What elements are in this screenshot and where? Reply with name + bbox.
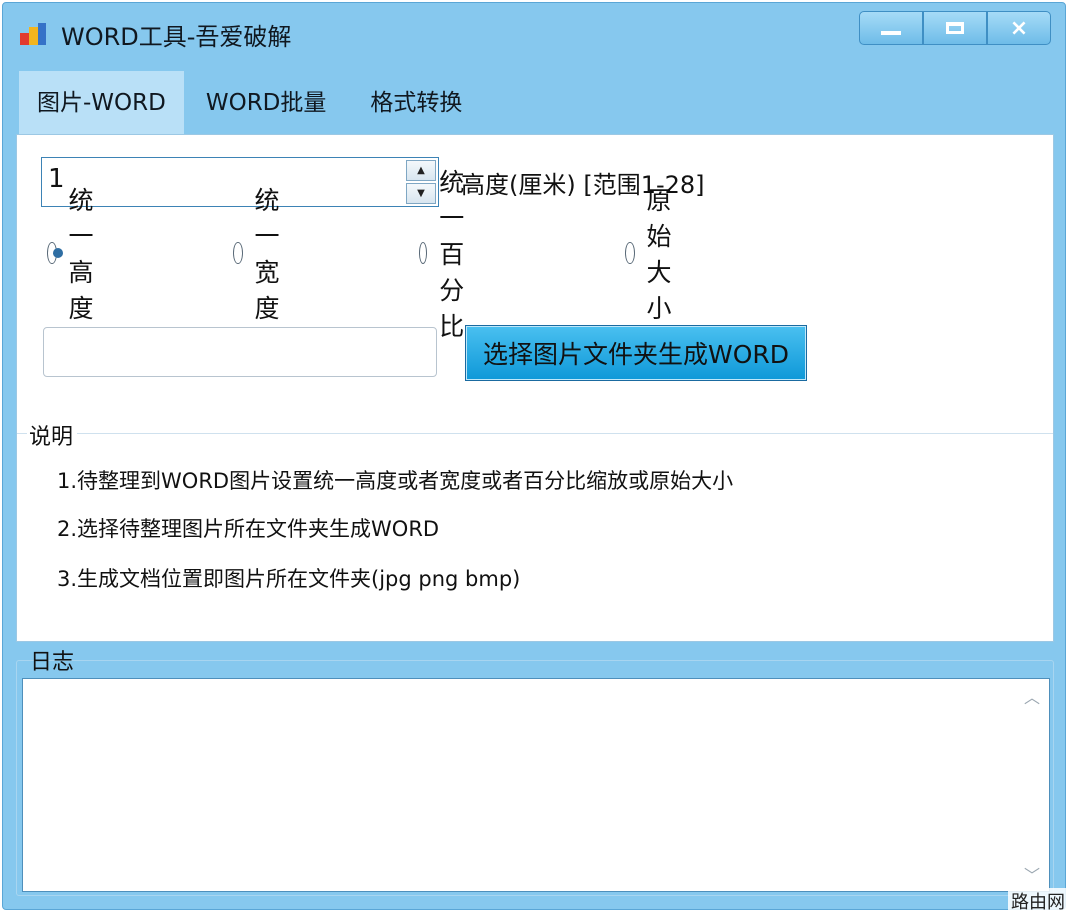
radio-label: 原始大小 bbox=[646, 186, 672, 323]
maximize-button[interactable] bbox=[923, 11, 987, 45]
radio-label: 统一高度 bbox=[68, 186, 94, 323]
chevron-up-icon: ︿ bbox=[1023, 688, 1040, 707]
title-bar[interactable]: WORD工具-吾爱破解 × bbox=[3, 3, 1065, 61]
log-title: 日志 bbox=[30, 650, 75, 675]
description-item: 1.待整理到WORD图片设置统一高度或者宽度或者百分比缩放或原始大小 bbox=[57, 469, 734, 493]
group-divider bbox=[17, 433, 1053, 434]
minimize-button[interactable] bbox=[859, 11, 923, 45]
tab-image-word[interactable]: 图片-WORD bbox=[19, 71, 184, 137]
log-textarea[interactable]: ︿ ﹀ bbox=[22, 678, 1050, 892]
radio-unchecked-icon bbox=[625, 242, 635, 264]
radio-uniform-width[interactable]: 统一宽度 bbox=[233, 186, 292, 323]
maximize-icon bbox=[946, 22, 964, 34]
close-icon: × bbox=[1009, 15, 1029, 41]
minimize-icon bbox=[881, 31, 901, 35]
tab-word-batch[interactable]: WORD批量 bbox=[184, 71, 349, 137]
tab-format-convert[interactable]: 格式转换 bbox=[348, 71, 484, 137]
chevron-down-icon: ▼ bbox=[417, 187, 425, 199]
log-scrollbar[interactable]: ︿ ﹀ bbox=[1015, 679, 1049, 891]
chevron-down-icon: ﹀ bbox=[1023, 866, 1040, 885]
radio-uniform-height[interactable]: 统一高度 bbox=[47, 186, 106, 323]
radio-original-size[interactable]: 原始大小 bbox=[625, 186, 684, 323]
window-controls: × bbox=[859, 11, 1051, 45]
height-stepper: ▲ ▼ bbox=[406, 160, 436, 204]
description-group: 说明 1.待整理到WORD图片设置统一高度或者宽度或者百分比缩放或原始大小 2.… bbox=[17, 419, 1053, 639]
description-item: 3.生成文档位置即图片所在文件夹(jpg png bmp) bbox=[57, 567, 521, 591]
description-title: 说明 bbox=[27, 419, 78, 451]
radio-label: 统一百分比 bbox=[439, 168, 465, 341]
scroll-down-button[interactable]: ﹀ bbox=[1015, 861, 1049, 887]
spin-up-button[interactable]: ▲ bbox=[406, 160, 436, 181]
radio-uniform-percent[interactable]: 统一百分比 bbox=[419, 168, 478, 341]
height-value: 1 bbox=[48, 164, 65, 194]
tab-bar: 图片-WORD WORD批量 格式转换 bbox=[19, 71, 484, 137]
scroll-up-button[interactable]: ︿ bbox=[1015, 683, 1049, 709]
word-app-icon bbox=[20, 23, 46, 45]
watermark: 路由网 bbox=[1008, 888, 1068, 914]
close-button[interactable]: × bbox=[987, 11, 1051, 45]
spin-down-button[interactable]: ▼ bbox=[406, 183, 436, 204]
radio-unchecked-icon bbox=[233, 242, 243, 264]
tab-panel: 1 ▲ ▼ 高度(厘米) [范围1-28] 统一高度 统一宽度 统一百分比 原始… bbox=[16, 134, 1054, 642]
generate-word-button[interactable]: 选择图片文件夹生成WORD bbox=[465, 325, 807, 381]
radio-label: 统一宽度 bbox=[254, 186, 280, 323]
radio-unchecked-icon bbox=[419, 242, 428, 264]
radio-checked-icon bbox=[47, 242, 63, 264]
chevron-up-icon: ▲ bbox=[417, 164, 425, 176]
window-title: WORD工具-吾爱破解 bbox=[61, 23, 292, 51]
description-item: 2.选择待整理图片所在文件夹生成WORD bbox=[57, 517, 440, 541]
folder-path-input[interactable] bbox=[43, 327, 437, 377]
